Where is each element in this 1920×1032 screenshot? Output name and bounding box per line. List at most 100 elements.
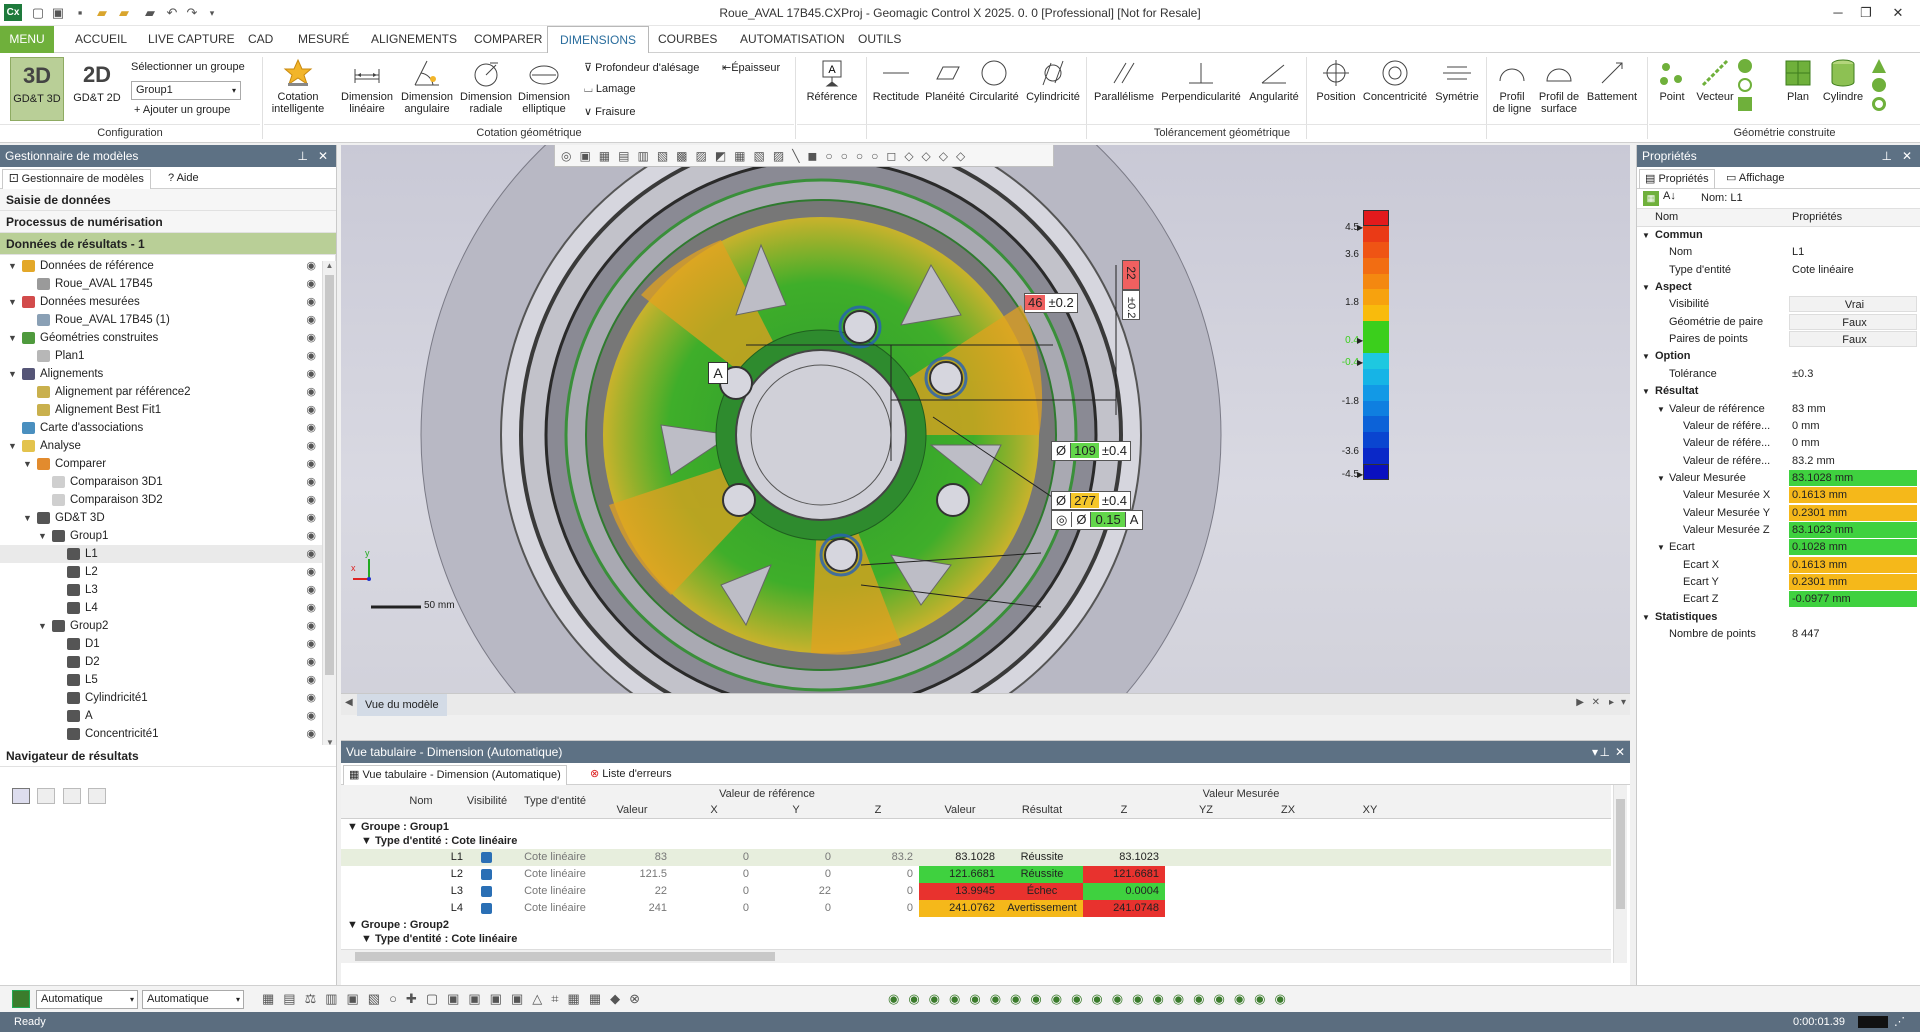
- expand-icon[interactable]: ▼: [1642, 227, 1650, 244]
- tree-item[interactable]: A ◉: [0, 707, 322, 725]
- expand-icon[interactable]: ▼: [23, 509, 33, 527]
- tab-liste-erreurs[interactable]: ⊗ Liste d'erreurs: [585, 765, 677, 785]
- tree-item[interactable]: ▼ GD&T 3D ◉: [0, 509, 322, 527]
- lamage-button[interactable]: ⌴ Lamage: [584, 83, 636, 96]
- visibility-eye-icon[interactable]: ◉: [306, 329, 316, 347]
- rectitude-button[interactable]: Rectitude: [868, 57, 924, 103]
- fraisure-button[interactable]: ∨ Fraisure: [584, 105, 635, 118]
- expand-icon[interactable]: ▼: [8, 329, 18, 347]
- menu-button[interactable]: MENU: [0, 26, 54, 53]
- expand-icon[interactable]: ▼: [1657, 539, 1665, 556]
- visibility-eye-icon[interactable]: ◉: [306, 671, 316, 689]
- tree-item[interactable]: ▼ Données mesurées ◉: [0, 293, 322, 311]
- tree-item[interactable]: L2 ◉: [0, 563, 322, 581]
- color-bar-marker-icon[interactable]: ▶: [1357, 336, 1363, 345]
- tab-vue-modele[interactable]: Vue du modèle: [357, 694, 447, 716]
- visibility-eye-icon[interactable]: ◉: [306, 545, 316, 563]
- property-value[interactable]: 0.1028 mm: [1789, 539, 1917, 556]
- table-row[interactable]: L4 Cote linéaire 241 0 0 0 241.0762 Avertisseme…: [341, 900, 1611, 917]
- property-row[interactable]: Ecart Y 0.2301 mm: [1637, 574, 1920, 591]
- cone-icon[interactable]: [1872, 59, 1886, 73]
- tree-item[interactable]: ▼ Analyse ◉: [0, 437, 322, 455]
- callout-46[interactable]: 46 ±0.2: [1024, 293, 1078, 313]
- plan-button[interactable]: Plan: [1778, 57, 1818, 103]
- sort-az-icon[interactable]: A↓: [1663, 190, 1676, 202]
- close-icon[interactable]: ✕: [1592, 697, 1600, 708]
- col-mes-z[interactable]: Z: [1083, 804, 1165, 816]
- model-viewport[interactable]: x y 50 mm ◎▣▦▤▥▧▩▨◩▦▧▨╲◼○○○○◻◇◇◇◇ 46 ±0.2…: [341, 145, 1630, 716]
- tree-item[interactable]: Plan1 ◉: [0, 347, 322, 365]
- expand-icon[interactable]: ▼: [8, 257, 18, 275]
- property-row[interactable]: Visibilité Vrai: [1637, 296, 1920, 313]
- visibility-eye-icon[interactable]: ◉: [306, 347, 316, 365]
- callout-109[interactable]: Ø 109 ±0.4: [1051, 441, 1132, 461]
- selection-filter-2[interactable]: Automatique ▾: [142, 990, 244, 1009]
- tab-live-capture[interactable]: LIVE CAPTURE: [136, 26, 247, 53]
- tab-comparer[interactable]: COMPARER: [462, 26, 554, 53]
- cotation-intelligente-button[interactable]: Cotation intelligente: [268, 57, 328, 115]
- tab-menu-icon[interactable]: ▾: [1621, 697, 1626, 708]
- tree-item[interactable]: Carte d'associations ◉: [0, 419, 322, 437]
- visibility-eye-icon[interactable]: ◉: [306, 365, 316, 383]
- table-row[interactable]: L1 Cote linéaire 83 0 0 83.2 83.1028 Réussite 83…: [341, 849, 1611, 866]
- expand-icon[interactable]: ▼: [1642, 279, 1650, 296]
- pin-icon[interactable]: ⊥: [1600, 741, 1610, 763]
- group-select[interactable]: Group1 ▾: [131, 81, 241, 100]
- navigator-screenshot-icon[interactable]: [12, 788, 30, 804]
- color-bar-marker-icon[interactable]: ▶: [1357, 223, 1363, 232]
- selection-filter-1[interactable]: Automatique ▾: [36, 990, 138, 1009]
- expand-icon[interactable]: ▼: [8, 365, 18, 383]
- property-value[interactable]: 8 447: [1789, 626, 1917, 642]
- property-value[interactable]: 83.2 mm: [1789, 453, 1917, 469]
- cylindre-button[interactable]: Cylindre: [1818, 57, 1868, 103]
- circularite-button[interactable]: Circularité: [966, 57, 1022, 103]
- callout-22[interactable]: 22: [1122, 260, 1140, 290]
- property-row[interactable]: ▼ Résultat: [1637, 383, 1920, 400]
- reference-button[interactable]: A Référence: [800, 57, 864, 103]
- visibility-eye-icon[interactable]: ◉: [306, 599, 316, 617]
- property-row[interactable]: Valeur de référe... 83.2 mm: [1637, 453, 1920, 470]
- tab-accueil[interactable]: ACCUEIL: [63, 26, 139, 53]
- col-resultat[interactable]: Résultat: [1001, 804, 1083, 816]
- property-value[interactable]: 83.1028 mm: [1789, 469, 1917, 486]
- section-navigateur[interactable]: Navigateur de résultats: [0, 745, 336, 767]
- vscroll-thumb[interactable]: [1616, 799, 1625, 909]
- visibility-checkbox[interactable]: [481, 852, 492, 863]
- tab-dimensions[interactable]: DIMENSIONS: [547, 26, 650, 53]
- visibility-eye-icon[interactable]: ◉: [306, 617, 316, 635]
- property-row[interactable]: Géométrie de paire Faux: [1637, 313, 1920, 331]
- profil-ligne-button[interactable]: Profil de ligne: [1488, 57, 1536, 115]
- pin-icon[interactable]: ⊥: [1882, 145, 1892, 167]
- section-saisie[interactable]: Saisie de données: [0, 189, 336, 211]
- property-value[interactable]: 0 mm: [1789, 418, 1917, 434]
- property-value[interactable]: 0.1613 mm: [1789, 556, 1917, 573]
- visibility-checkbox[interactable]: [481, 886, 492, 897]
- property-row[interactable]: Type d'entité Cote linéaire: [1637, 262, 1920, 279]
- dropdown-icon[interactable]: ▾: [1592, 741, 1598, 763]
- scroll-thumb[interactable]: [325, 275, 334, 675]
- expand-icon[interactable]: ▼: [8, 437, 18, 455]
- callout-277[interactable]: Ø 277 ±0.4: [1051, 491, 1132, 510]
- tree-item[interactable]: Roue_AVAL 17B45 (1) ◉: [0, 311, 322, 329]
- property-value[interactable]: 83 mm: [1789, 401, 1917, 417]
- epaisseur-button[interactable]: ⇤Épaisseur: [722, 61, 780, 74]
- visibility-tools-icons[interactable]: ◉◉◉◉◉◉◉◉◉◉◉◉◉◉◉◉◉◉◉◉: [888, 991, 1295, 1007]
- tab-proprietes[interactable]: ▤ Propriétés: [1639, 169, 1715, 189]
- tree-item[interactable]: Concentricité1 ◉: [0, 725, 322, 743]
- cylindricite-button[interactable]: Cylindricité: [1022, 57, 1084, 103]
- tree-item[interactable]: Cylindricité1 ◉: [0, 689, 322, 707]
- col-nom[interactable]: Nom: [391, 795, 451, 807]
- tree-item[interactable]: ▼ Géométries construites ◉: [0, 329, 322, 347]
- visibility-eye-icon[interactable]: ◉: [306, 491, 316, 509]
- table-row[interactable]: L3 Cote linéaire 22 0 22 0 13.9945 Échec 0.0004: [341, 883, 1611, 900]
- expand-icon[interactable]: ▼: [1657, 401, 1665, 418]
- visibility-eye-icon[interactable]: ◉: [306, 653, 316, 671]
- property-value[interactable]: 0.2301 mm: [1789, 574, 1917, 590]
- property-value[interactable]: Cote linéaire: [1789, 262, 1917, 278]
- col-ref-z[interactable]: Z: [837, 804, 919, 816]
- expand-icon[interactable]: ▼: [38, 527, 48, 545]
- property-value[interactable]: 0 mm: [1789, 435, 1917, 451]
- planeite-button[interactable]: Planéité: [922, 57, 968, 103]
- navigator-prev-icon[interactable]: [37, 788, 56, 804]
- property-value[interactable]: 0.1613 mm: [1789, 487, 1917, 504]
